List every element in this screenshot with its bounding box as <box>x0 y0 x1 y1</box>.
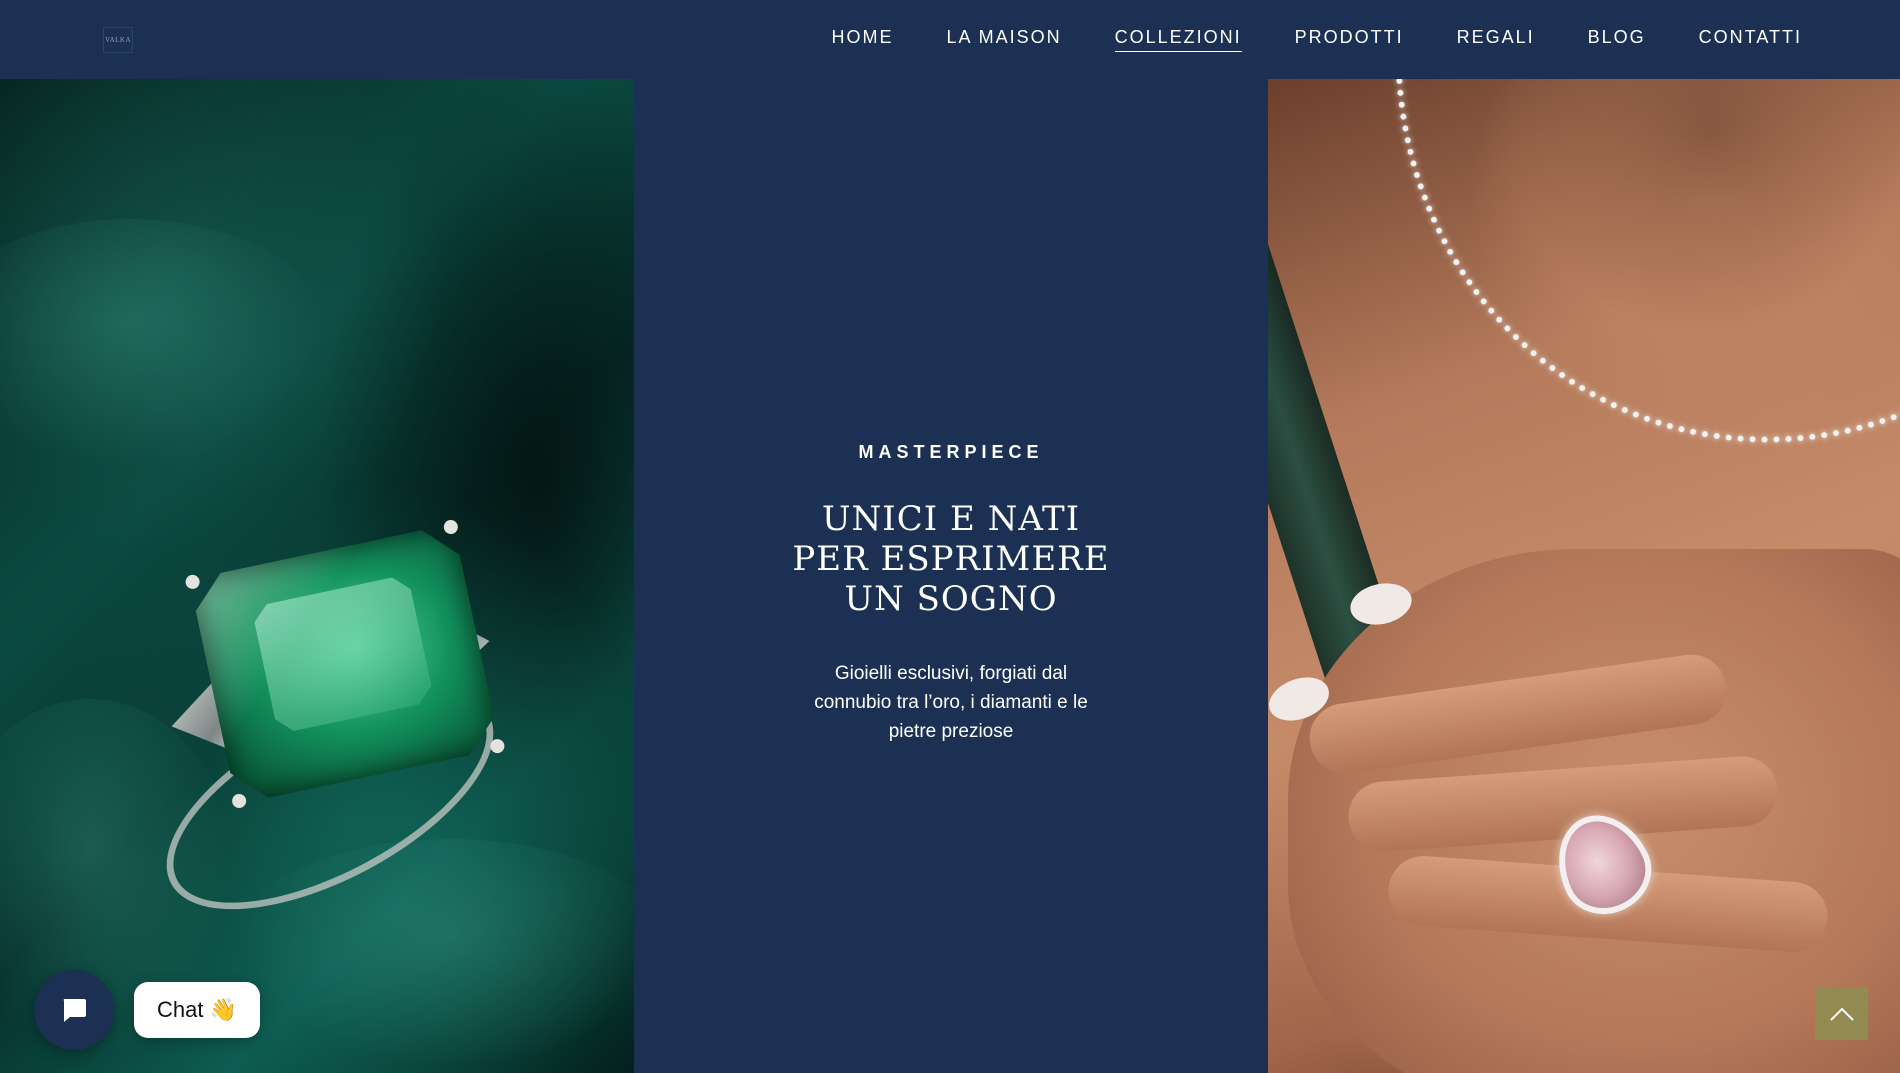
chat-label: Chat <box>157 997 204 1022</box>
necklace-and-ring-image <box>1268 79 1900 1073</box>
prong <box>442 518 460 536</box>
prong <box>184 573 201 591</box>
waving-hand-icon: 👋 <box>209 997 237 1022</box>
chat-launcher-button[interactable] <box>34 970 114 1050</box>
main-nav: HOME LA MAISON COLLEZIONI PRODOTTI REGAL… <box>779 0 1802 79</box>
hero-subtext: Gioielli esclusivi, forgiati dal connubi… <box>814 663 1088 742</box>
hero-text-panel: MASTERPIECE UNICI E NATI PER ESPRIMERE U… <box>634 79 1268 1073</box>
hero-headline: UNICI E NATI PER ESPRIMERE UN SOGNO <box>792 499 1110 619</box>
nav-item-regali[interactable]: REGALI <box>1457 27 1535 52</box>
prong <box>489 737 506 755</box>
nav-item-blog[interactable]: BLOG <box>1588 27 1646 52</box>
chat-prompt-pill[interactable]: Chat 👋 <box>134 982 260 1038</box>
hero-content: MASTERPIECE UNICI E NATI PER ESPRIMERE U… <box>634 442 1268 746</box>
chat-bubble-icon <box>63 999 86 1022</box>
satin-fold <box>0 219 340 479</box>
nav-item-prodotti[interactable]: PRODOTTI <box>1295 27 1404 52</box>
top-navigation-bar: VALKA HOME LA MAISON COLLEZIONI PRODOTTI… <box>0 0 1900 79</box>
nav-item-home[interactable]: HOME <box>832 27 894 52</box>
nav-item-collezioni[interactable]: COLLEZIONI <box>1114 27 1242 52</box>
emerald-ring-image <box>0 79 634 1073</box>
nav-item-contatti[interactable]: CONTATTI <box>1699 27 1802 52</box>
brand-logo[interactable]: VALKA <box>103 27 133 53</box>
nav-item-la-maison[interactable]: LA MAISON <box>947 27 1062 52</box>
chevron-up-icon <box>1829 1007 1854 1021</box>
hero-eyebrow: MASTERPIECE <box>858 442 1044 462</box>
scroll-to-top-button[interactable] <box>1815 987 1868 1040</box>
